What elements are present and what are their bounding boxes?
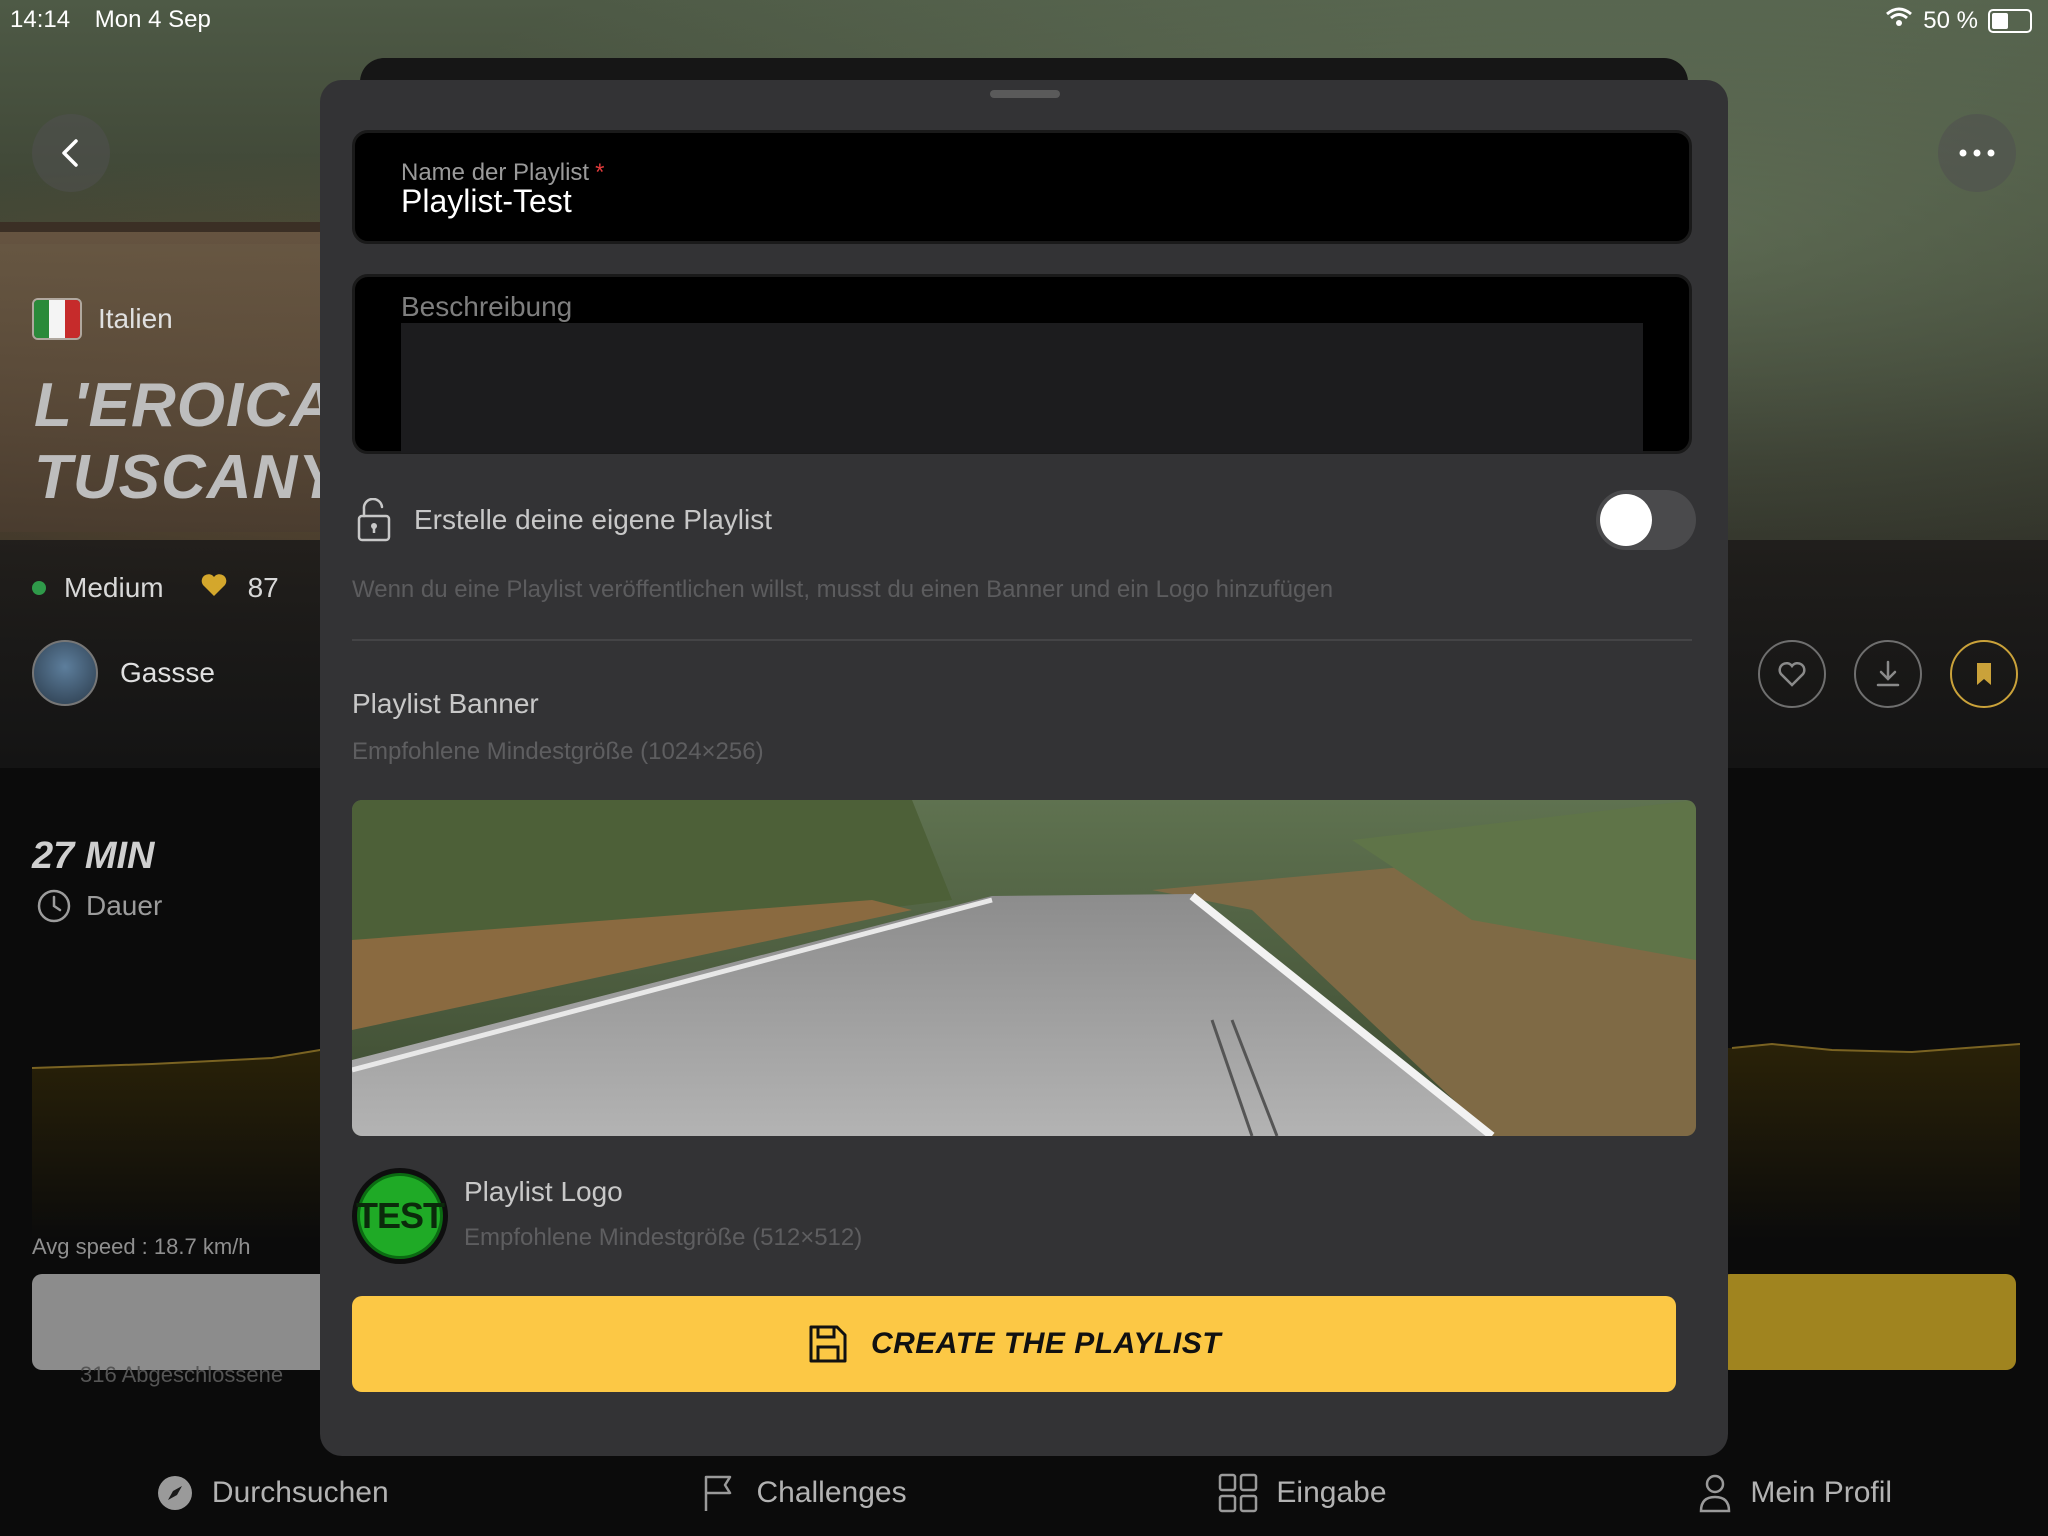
bookmark-icon [1977,663,1991,685]
download-icon [1876,660,1900,687]
tab-mein-profil[interactable]: Mein Profil [1698,1473,1892,1513]
author-avatar [32,640,98,706]
avg-speed: Avg speed : 18.7 km/h [32,1234,251,1259]
duration-row: Dauer [36,888,162,924]
banner-hint: Empfohlene Mindestgröße (1024×256) [352,738,764,765]
playlist-name-field[interactable]: Name der Playlist * Playlist-Test [352,130,1692,244]
likes-count: 87 [247,572,279,603]
route-title-line1: L'EROICA [34,371,336,440]
status-time-date: 14:14 Mon 4 Sep [10,6,211,34]
tab-durchsuchen[interactable]: Durchsuchen [156,1474,389,1512]
banner-image[interactable] [352,800,1696,1136]
route-author[interactable]: Gassse [32,640,215,706]
country-label: Italien [98,303,173,334]
tab-label: Mein Profil [1750,1476,1893,1509]
status-bar: 14:14 Mon 4 Sep 50 % [0,0,2048,40]
tab-label: Eingabe [1276,1476,1387,1509]
route-country: Italien [32,298,173,340]
privacy-row: Erstelle deine eigene Playlist [356,490,1696,550]
bookmark-button[interactable] [1950,640,2018,708]
download-button[interactable] [1854,640,1922,708]
duration-value: 27 MIN [32,835,155,877]
create-playlist-sheet: Name der Playlist * Playlist-Test Beschre… [320,80,1728,1456]
favorite-button[interactable] [1758,640,1826,708]
route-title: L'EROICA TUSCANY [34,370,341,514]
unlock-icon [357,498,391,542]
chevron-left-icon [62,139,78,167]
toggle-knob [1600,494,1652,546]
logo-hint: Empfohlene Mindestgröße (512×512) [464,1224,863,1251]
status-right: 50 % [1885,6,2032,35]
heart-filled-icon [200,572,228,604]
status-date: Mon 4 Sep [94,6,211,33]
flag-icon [705,1475,732,1511]
description-field[interactable]: Beschreibung [352,274,1692,454]
tab-challenges[interactable]: Challenges [700,1473,907,1513]
save-icon [809,1325,847,1363]
privacy-toggle[interactable] [1596,490,1696,550]
description-label: Beschreibung [401,291,573,322]
logo-title: Playlist Logo [464,1176,623,1207]
playlist-logo[interactable]: TEST [352,1168,448,1264]
grid-icon [1219,1473,1258,1513]
logo-badge: TEST [356,1173,445,1259]
wifi-icon [1885,6,1913,35]
sheet-grabber[interactable] [990,90,1060,98]
heart-icon [1778,661,1806,687]
author-name: Gassse [120,657,215,688]
route-meta: Medium 87 [32,572,279,604]
difficulty-dot-icon [32,581,46,595]
person-icon [1700,1474,1731,1513]
secondary-action-button[interactable] [32,1274,332,1370]
privacy-label: Erstelle deine eigene Playlist [414,504,772,535]
required-mark: * [595,159,605,186]
playlist-name-input[interactable]: Playlist-Test [401,183,572,220]
route-title-line2: TUSCANY [34,443,341,512]
section-divider [352,639,1692,641]
publish-hint: Wenn du eine Playlist veröffentlichen wi… [352,576,1334,603]
clock-icon [37,889,71,923]
completed-count: 316 Abgeschlossene [80,1362,284,1387]
battery-icon [1988,8,2032,33]
back-button[interactable] [32,114,110,192]
banner-title: Playlist Banner [352,688,539,719]
more-button[interactable] [1938,114,2016,192]
duration-label: Dauer [86,890,163,921]
tab-label: Challenges [756,1476,907,1509]
tab-bar: Durchsuchen Challenges Eingabe Mein Prof… [0,1450,2048,1536]
primary-action-button[interactable] [1720,1274,2016,1370]
status-time: 14:14 [10,6,71,33]
more-dots-icon [1959,149,1995,157]
description-input[interactable] [401,323,1643,453]
create-playlist-button[interactable]: CREATE THE PLAYLIST [352,1296,1676,1392]
tab-eingabe[interactable]: Eingabe [1218,1473,1387,1513]
create-playlist-label: CREATE THE PLAYLIST [870,1327,1222,1360]
italy-flag-icon [32,298,82,340]
tab-label: Durchsuchen [211,1476,389,1509]
battery-percent: 50 % [1923,6,1978,34]
compass-icon [157,1476,192,1510]
difficulty-label: Medium [64,572,164,603]
